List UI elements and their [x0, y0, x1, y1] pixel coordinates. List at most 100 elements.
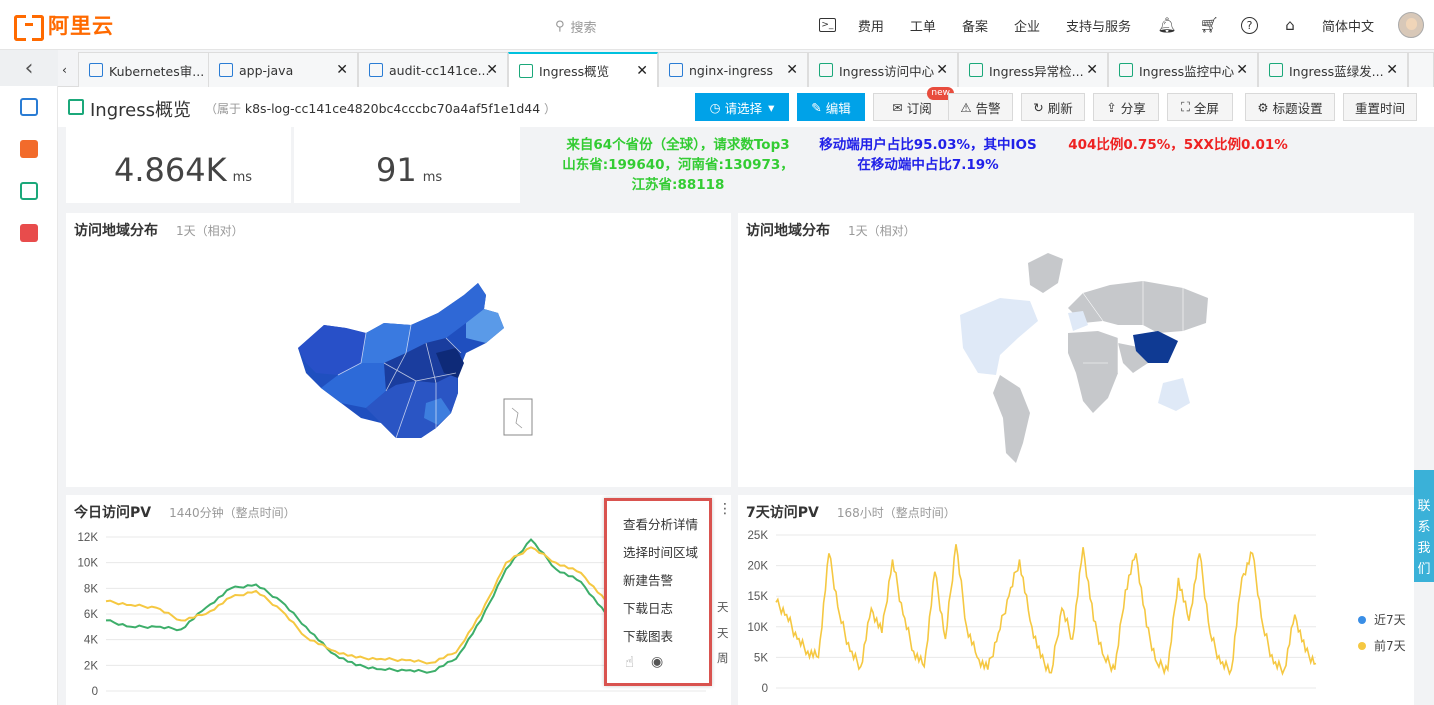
y-tick-label: 5K	[754, 652, 768, 664]
tab-label: app-java	[239, 62, 294, 78]
dashboard-icon	[1119, 63, 1133, 77]
nav-beian[interactable]: 备案	[962, 16, 988, 35]
series-line-2	[775, 544, 1317, 676]
pv-week-chart[interactable]: 0 5K 10K 15K 20K 25K	[738, 495, 1414, 705]
tab-5[interactable]: nginx-ingress ✕	[658, 52, 808, 87]
dashboard-content: 4.864K ms 91 ms 来自64个省份（全球），请求数Top3 山东省:199…	[58, 127, 1434, 705]
y-tick-label: 10K	[78, 558, 99, 570]
tab-1[interactable]: Kubernetes审...✕	[78, 52, 228, 87]
nav-support[interactable]: 支持与服务	[1066, 16, 1131, 35]
search-box[interactable]: ⚲ 搜索	[555, 17, 597, 36]
doc-icon	[369, 63, 383, 77]
dashboard-icon	[519, 63, 533, 78]
close-icon[interactable]: ✕	[336, 62, 348, 78]
page-title: Ingress概览	[90, 100, 191, 121]
fullscreen-button[interactable]: ⛶ 全屏	[1167, 93, 1233, 121]
bell-icon[interactable]: 🔔︎	[1157, 15, 1177, 35]
nav-ticket[interactable]: 工单	[910, 16, 936, 35]
kpi-card-1: 4.864K ms	[66, 127, 291, 203]
edit-button[interactable]: ✎ 编辑	[797, 93, 865, 121]
y-tick-label: 12K	[78, 532, 99, 544]
pv-week-card: 7天访问PV 168小时（整点时间） 近7天 前7天 0 5K 10K 15K 20K 25…	[738, 495, 1414, 705]
doc-icon	[219, 63, 233, 77]
tab-8[interactable]: Ingress监控中心 ✕	[1108, 52, 1258, 87]
y-tick-label: 8K	[84, 583, 98, 595]
title-settings-button[interactable]: ⚙ 标题设置	[1245, 93, 1335, 121]
eye-icon[interactable]: ◉	[651, 654, 663, 670]
avatar[interactable]	[1398, 12, 1424, 38]
select-time-button[interactable]: ◷ 请选择 ▾	[695, 93, 789, 121]
menu-download-log[interactable]: 下载日志	[623, 598, 673, 617]
dashboard-header: Ingress概览 （属于 k8s-log-cc141ce4820bc4cccb…	[58, 87, 1434, 127]
tab-label: Ingress访问中心	[839, 63, 935, 79]
menu-new-alert[interactable]: 新建告警	[623, 570, 673, 589]
hand-icon[interactable]: ☝	[625, 653, 634, 671]
search-log-icon[interactable]	[20, 140, 38, 158]
y-tick-label: 20K	[748, 561, 769, 573]
doc-icon	[669, 63, 683, 77]
help-icon[interactable]: ?	[1240, 16, 1258, 34]
close-icon[interactable]: ✕	[636, 63, 648, 79]
tab-9[interactable]: Ingress蓝绿发... ✕	[1258, 52, 1408, 87]
world-map-card: 访问地域分布 1天（相对）	[738, 213, 1414, 487]
tab-6[interactable]: Ingress访问中心 ✕	[808, 52, 958, 87]
y-tick-label: 25K	[748, 530, 769, 542]
share-button[interactable]: ⇪ 分享	[1093, 93, 1159, 121]
language-switch[interactable]: 简体中文	[1322, 16, 1374, 35]
collapse-arrow-icon[interactable]: ‹	[0, 50, 58, 86]
tab-label: nginx-ingress	[689, 62, 774, 78]
tab-3[interactable]: audit-cc141ce... ✕	[358, 52, 508, 87]
subscribe-button[interactable]: ✉ 订阅 new	[873, 87, 954, 121]
alert-icon[interactable]	[20, 224, 38, 242]
tab-7[interactable]: Ingress异常检... ✕	[958, 52, 1108, 87]
refresh-button[interactable]: ↻ 刷新	[1021, 93, 1085, 121]
y-tick-label: 15K	[748, 591, 769, 603]
tab-label: audit-cc141ce...	[389, 62, 490, 78]
dashboard-icon	[1269, 63, 1283, 77]
tab-bar: ‹ Kubernetes审...✕app-java✕audit-cc141ce.…	[58, 50, 1434, 87]
tab-label: Ingress监控中心	[1139, 63, 1235, 79]
tab-scroll-left-icon[interactable]: ‹	[58, 52, 78, 87]
y-tick-label: 6K	[84, 609, 98, 621]
close-icon[interactable]: ✕	[936, 62, 948, 78]
home-icon[interactable]: ⌂	[1280, 15, 1300, 35]
tab-overflow[interactable]	[1408, 52, 1434, 87]
tab-2[interactable]: app-java ✕	[208, 52, 358, 87]
stat-provinces: 来自64个省份（全球），请求数Top3 山东省:199640，河南省:130973…	[562, 137, 794, 193]
stat-mobile: 移动端用户占比95.03%，其中IOS 在移动端中占比7.19%	[819, 137, 1037, 173]
report-icon[interactable]	[20, 98, 38, 116]
nav-enterprise[interactable]: 企业	[1014, 16, 1040, 35]
dashboard-icon[interactable]	[20, 182, 38, 200]
alert-button[interactable]: ⚠ 告警	[948, 93, 1013, 121]
close-icon[interactable]: ✕	[1236, 62, 1248, 78]
menu-select-time-range[interactable]: 选择时间区域	[623, 542, 698, 561]
menu-download-chart[interactable]: 下载图表	[623, 626, 673, 645]
menu-view-details[interactable]: 查看分析详情	[623, 514, 698, 533]
contact-us-button[interactable]: 联系我们	[1414, 470, 1434, 582]
kpi-card-2: 91 ms	[294, 127, 520, 203]
terminal-icon[interactable]: >_	[818, 18, 836, 32]
search-icon: ⚲	[555, 19, 565, 34]
tab-label: Ingress概览	[539, 64, 610, 79]
world-map[interactable]	[738, 213, 1414, 487]
dashboard-icon	[819, 63, 833, 77]
left-sidebar: ‹	[0, 50, 58, 705]
nav-fee[interactable]: 费用	[858, 16, 884, 35]
cart-icon[interactable]: 🛒︎	[1199, 15, 1219, 35]
doc-icon	[89, 63, 103, 77]
tab-4[interactable]: Ingress概览 ✕	[508, 52, 658, 87]
close-icon[interactable]: ✕	[486, 62, 498, 78]
china-map[interactable]	[66, 213, 731, 487]
kpi-value-1: 4.864K ms	[114, 151, 253, 189]
y-tick-label: 4K	[84, 635, 98, 647]
chart-context-menu: 查看分析详情 选择时间区域 新建告警 下载日志 下载图表 ☝ ◉	[604, 498, 712, 686]
contact-label: 联系我们	[1417, 499, 1431, 577]
tab-label: Ingress蓝绿发...	[1289, 63, 1384, 79]
y-tick-label: 2K	[84, 660, 98, 672]
reset-time-button[interactable]: 重置时间	[1343, 93, 1417, 121]
close-icon[interactable]: ✕	[1386, 62, 1398, 78]
aliyun-logo[interactable]: 阿里云	[14, 12, 114, 41]
close-icon[interactable]: ✕	[786, 62, 798, 78]
y-tick-label: 10K	[748, 622, 769, 634]
close-icon[interactable]: ✕	[1086, 62, 1098, 78]
